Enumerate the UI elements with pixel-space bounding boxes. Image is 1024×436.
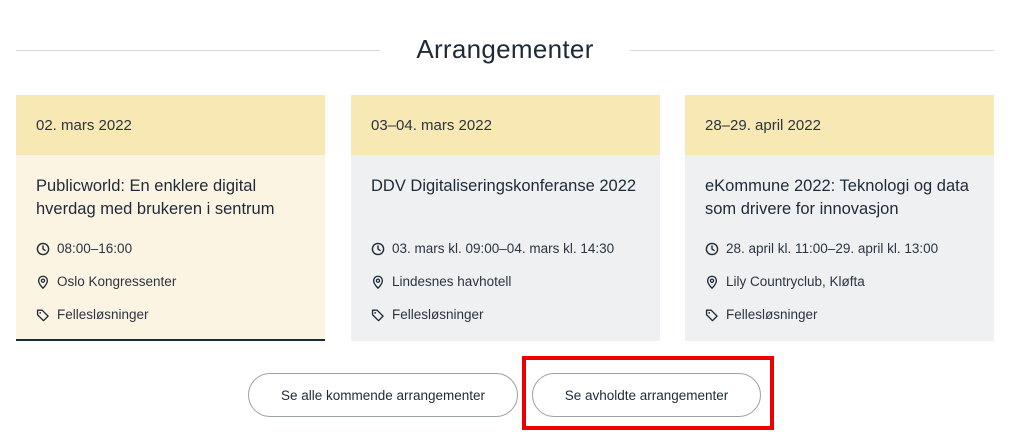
event-meta: 28. april kl. 11:00–29. april kl. 13:00 … (705, 232, 974, 331)
event-date: 28–29. april 2022 (685, 95, 994, 155)
event-card-3[interactable]: 28–29. april 2022 eKommune 2022: Teknolo… (685, 95, 994, 341)
clock-icon (705, 242, 719, 256)
event-date: 02. mars 2022 (16, 95, 325, 155)
tag-icon (36, 308, 50, 322)
event-tag-row: Fellesløsninger (371, 298, 640, 331)
map-pin-icon (705, 275, 719, 289)
see-all-upcoming-events-button[interactable]: Se alle kommende arrangementer (248, 373, 518, 417)
event-tag-row: Fellesløsninger (36, 298, 305, 331)
event-location: Lily Countryclub, Kløfta (726, 274, 865, 289)
event-card-1[interactable]: 02. mars 2022 Publicworld: En enklere di… (16, 95, 325, 341)
event-location-row: Lindesnes havhotell (371, 265, 640, 298)
event-location-row: Oslo Kongressenter (36, 265, 305, 298)
event-title[interactable]: eKommune 2022: Teknologi og data som dri… (705, 175, 974, 221)
event-body: Publicworld: En enklere digital hverdag … (16, 155, 325, 331)
event-tag: Fellesløsninger (57, 307, 149, 322)
event-time-row: 28. april kl. 11:00–29. april kl. 13:00 (705, 232, 974, 265)
tag-icon (705, 308, 719, 322)
see-past-events-button[interactable]: Se avholdte arrangementer (532, 373, 761, 417)
event-meta: 03. mars kl. 09:00–04. mars kl. 14:30 Li… (371, 232, 640, 331)
event-tag: Fellesløsninger (392, 307, 484, 322)
clock-icon (36, 242, 50, 256)
event-location: Lindesnes havhotell (392, 274, 512, 289)
event-card-list: 02. mars 2022 Publicworld: En enklere di… (16, 95, 994, 341)
map-pin-icon (36, 275, 50, 289)
event-body: eKommune 2022: Teknologi og data som dri… (685, 155, 994, 331)
section-header: Arrangementer (16, 30, 994, 72)
event-time-row: 08:00–16:00 (36, 232, 305, 265)
events-section: Arrangementer 02. mars 2022 Publicworld:… (0, 0, 1024, 436)
event-title[interactable]: Publicworld: En enklere digital hverdag … (36, 175, 305, 221)
event-body: DDV Digitaliseringskonferanse 2022 03. m… (351, 155, 660, 331)
event-tag: Fellesløsninger (726, 307, 818, 322)
event-time-row: 03. mars kl. 09:00–04. mars kl. 14:30 (371, 232, 640, 265)
event-card-2[interactable]: 03–04. mars 2022 DDV Digitaliseringskonf… (351, 95, 660, 341)
event-time: 28. april kl. 11:00–29. april kl. 13:00 (726, 241, 939, 256)
event-meta: 08:00–16:00 Oslo Kongressenter Fellesløs… (36, 232, 305, 331)
event-location: Oslo Kongressenter (57, 274, 177, 289)
clock-icon (371, 242, 385, 256)
event-time: 03. mars kl. 09:00–04. mars kl. 14:30 (392, 241, 615, 256)
event-date: 03–04. mars 2022 (351, 95, 660, 155)
event-location-row: Lily Countryclub, Kløfta (705, 265, 974, 298)
event-title[interactable]: DDV Digitaliseringskonferanse 2022 (371, 175, 640, 221)
tag-icon (371, 308, 385, 322)
event-tag-row: Fellesløsninger (705, 298, 974, 331)
event-time: 08:00–16:00 (57, 241, 133, 256)
divider-right (630, 50, 994, 51)
map-pin-icon (371, 275, 385, 289)
